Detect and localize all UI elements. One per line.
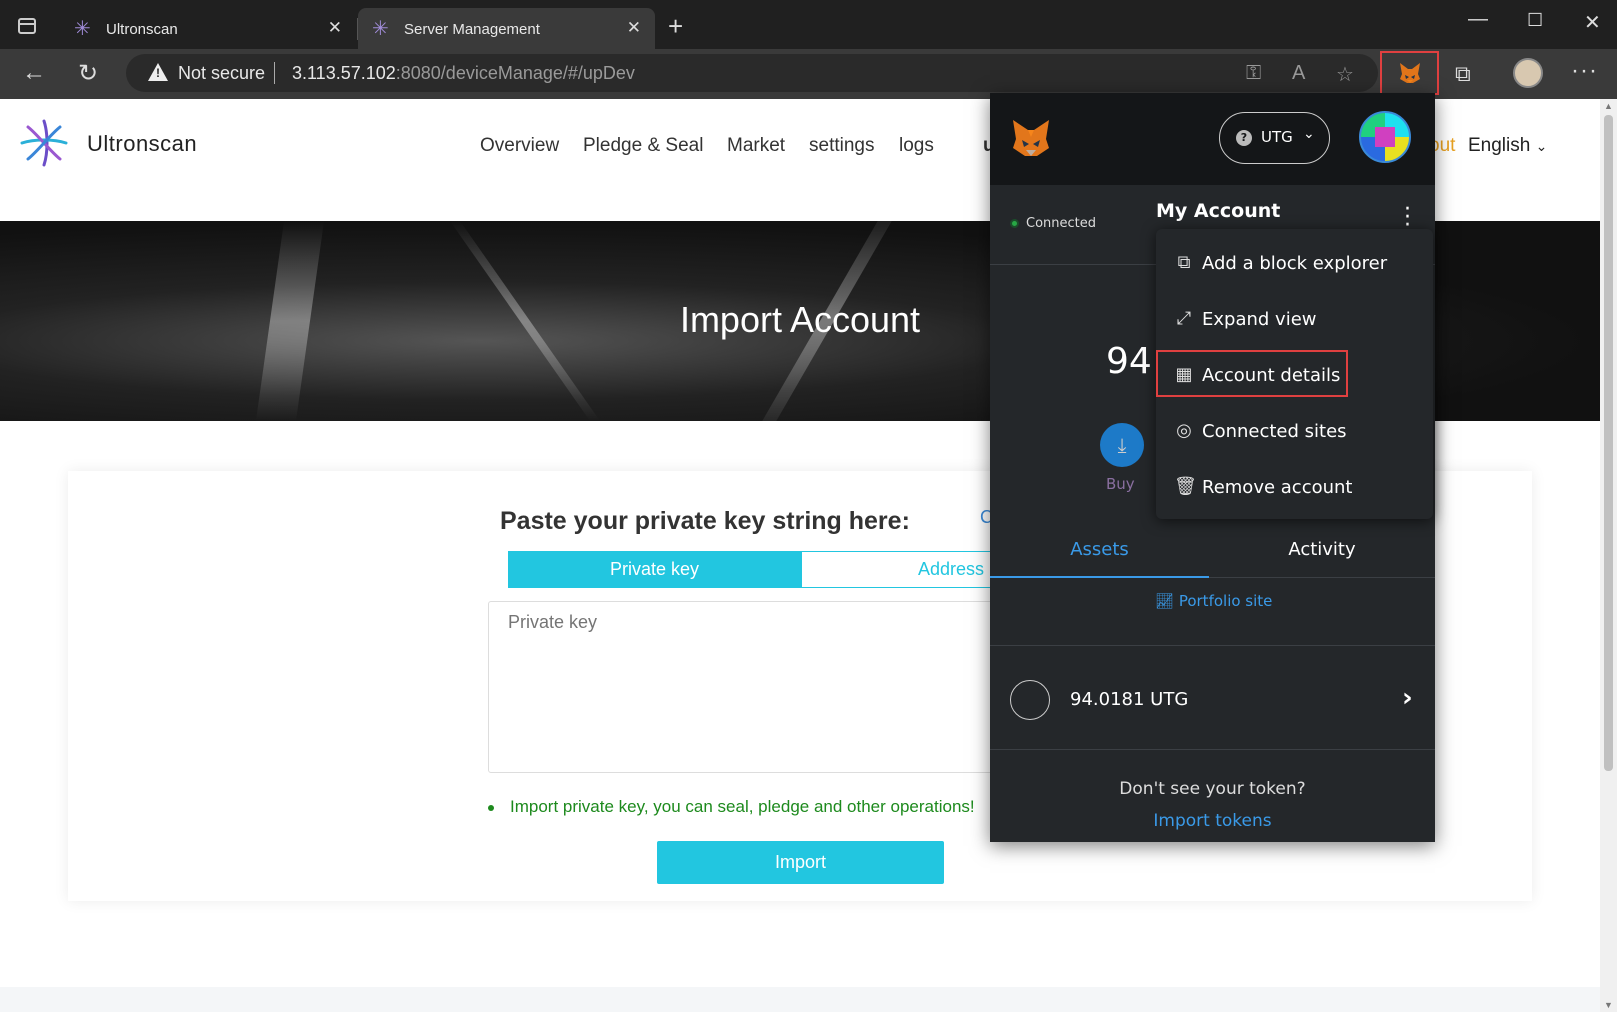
network-icon: ? bbox=[1236, 130, 1252, 146]
metamask-extension-button[interactable] bbox=[1380, 51, 1439, 95]
account-options-menu: ⧉ Add a block explorer ⤢ Expand view ▦ Acco… bbox=[1156, 229, 1433, 519]
browser-toolbar: ← ↻ Not secure 3.113.57.102:8080/deviceM… bbox=[0, 49, 1617, 99]
close-tab-icon[interactable]: ✕ bbox=[328, 18, 342, 38]
chevron-down-icon: ⌄ bbox=[1303, 126, 1315, 142]
ultronscan-favicon-icon: ✳ bbox=[372, 18, 389, 40]
read-aloud-icon[interactable]: A bbox=[1292, 62, 1305, 85]
highlight-box bbox=[1156, 350, 1348, 397]
tab-ultronscan[interactable]: ✳ Ultronscan ✕ bbox=[60, 8, 358, 49]
language-select[interactable]: English ⌄ bbox=[1468, 135, 1547, 157]
metamask-logo-icon[interactable] bbox=[1010, 117, 1052, 159]
menu-item-remove-account[interactable]: 🗑︎ Remove account bbox=[1156, 459, 1433, 515]
paste-heading: Paste your private key string here: bbox=[500, 507, 910, 535]
more-options-icon[interactable]: ··· bbox=[1571, 57, 1598, 85]
key-icon[interactable]: ⚿ bbox=[1246, 62, 1261, 85]
page-scrollbar[interactable]: ▲ ▼ bbox=[1600, 99, 1617, 1012]
buy-label: Buy bbox=[1106, 475, 1135, 493]
divider bbox=[274, 62, 275, 84]
account-avatar[interactable] bbox=[1359, 111, 1411, 163]
scroll-up-icon: ▲ bbox=[1604, 101, 1613, 111]
favorite-star-icon[interactable]: ☆ bbox=[1336, 62, 1354, 87]
account-options-icon[interactable]: · · · bbox=[1404, 199, 1411, 237]
nav-market[interactable]: Market bbox=[727, 135, 785, 157]
tab-title: Server Management bbox=[404, 21, 540, 38]
menu-item-expand-view[interactable]: ⤢ Expand view bbox=[1156, 291, 1433, 347]
connected-sites-icon: ◎ bbox=[1176, 420, 1192, 441]
metamask-header: ? UTG ⌄ bbox=[990, 93, 1435, 185]
tab-assets[interactable]: Assets bbox=[990, 525, 1209, 578]
connection-status[interactable]: Connected bbox=[1010, 216, 1096, 231]
url-text[interactable]: 3.113.57.102:8080/deviceManage/#/upDev bbox=[292, 63, 635, 84]
profile-avatar[interactable] bbox=[1513, 58, 1543, 88]
reload-icon[interactable]: ↻ bbox=[78, 59, 98, 88]
new-tab-icon[interactable]: + bbox=[668, 13, 683, 39]
external-link-icon: ⧉ bbox=[1177, 252, 1191, 273]
close-tab-icon[interactable]: ✕ bbox=[627, 18, 641, 38]
nav-overview[interactable]: Overview bbox=[480, 135, 559, 157]
trash-icon: 🗑︎ bbox=[1174, 476, 1197, 497]
site-logo-text[interactable]: Ultronscan bbox=[87, 131, 197, 157]
balance-display: 94 bbox=[1106, 341, 1152, 382]
ultronscan-favicon-icon: ✳ bbox=[74, 18, 91, 40]
nav-pledge-seal[interactable]: Pledge & Seal bbox=[583, 135, 703, 157]
scroll-thumb bbox=[1604, 115, 1613, 771]
ultronscan-logo-icon bbox=[20, 119, 68, 167]
close-window-icon[interactable]: ✕ bbox=[1584, 10, 1601, 35]
security-label[interactable]: Not secure bbox=[178, 63, 265, 84]
import-tokens-link[interactable]: Import tokens bbox=[990, 811, 1435, 831]
metamask-fox-icon bbox=[1399, 63, 1420, 83]
download-icon: ⤓ bbox=[1117, 433, 1127, 457]
footer-strip bbox=[0, 987, 1600, 1012]
import-note: Import private key, you can seal, pledge… bbox=[488, 797, 975, 817]
warning-icon bbox=[148, 63, 168, 81]
expand-icon: ⤢ bbox=[1176, 308, 1192, 329]
scroll-down-icon: ▼ bbox=[1604, 1000, 1613, 1010]
connected-dot-icon bbox=[1010, 219, 1019, 228]
token-amount: 94.0181 UTG bbox=[1070, 689, 1189, 710]
minimize-icon[interactable]: — bbox=[1468, 8, 1488, 31]
tab-server-management[interactable]: ✳ Server Management ✕ bbox=[358, 8, 655, 49]
nav-logs[interactable]: logs bbox=[899, 135, 934, 157]
buy-button[interactable]: ⤓ bbox=[1100, 423, 1144, 467]
address-bar[interactable]: Not secure 3.113.57.102:8080/deviceManag… bbox=[126, 54, 1378, 92]
network-selector[interactable]: ? UTG ⌄ bbox=[1219, 112, 1330, 164]
divider bbox=[990, 749, 1435, 750]
metamask-tabs: Assets Activity bbox=[990, 525, 1435, 578]
menu-item-add-block-explorer[interactable]: ⧉ Add a block explorer bbox=[1156, 235, 1433, 291]
token-icon bbox=[1010, 680, 1050, 720]
browser-tab-bar: ✳ Ultronscan ✕ ✳ Server Management ✕ + —… bbox=[0, 0, 1617, 49]
nav-settings[interactable]: settings bbox=[809, 135, 874, 157]
chevron-down-icon: ⌄ bbox=[1535, 138, 1548, 154]
import-button[interactable]: Import bbox=[657, 841, 944, 884]
chevron-right-icon: › bbox=[1402, 683, 1413, 713]
portfolio-link[interactable]: 📈︎ Portfolio site bbox=[1155, 592, 1272, 610]
extensions-icon[interactable]: ⧉ bbox=[1455, 61, 1471, 87]
token-row[interactable]: 94.0181 UTG › bbox=[990, 646, 1435, 749]
chart-icon: 📈︎ bbox=[1155, 592, 1175, 610]
tab-activity[interactable]: Activity bbox=[1209, 525, 1435, 578]
missing-token-text: Don't see your token? bbox=[1119, 779, 1306, 799]
maximize-icon[interactable]: ☐ bbox=[1527, 10, 1543, 31]
sidebar-toggle-icon[interactable] bbox=[18, 18, 36, 34]
tab-private-key[interactable]: Private key bbox=[508, 551, 801, 588]
bullet-icon bbox=[488, 804, 494, 811]
menu-item-connected-sites[interactable]: ◎ Connected sites bbox=[1156, 403, 1433, 459]
account-name[interactable]: My Account bbox=[1156, 200, 1280, 222]
metamask-popup: ? UTG ⌄ Connected My Account · · · 94 ⤓ Bu… bbox=[990, 93, 1435, 842]
tab-title: Ultronscan bbox=[106, 21, 178, 38]
back-icon[interactable]: ← bbox=[22, 59, 46, 87]
